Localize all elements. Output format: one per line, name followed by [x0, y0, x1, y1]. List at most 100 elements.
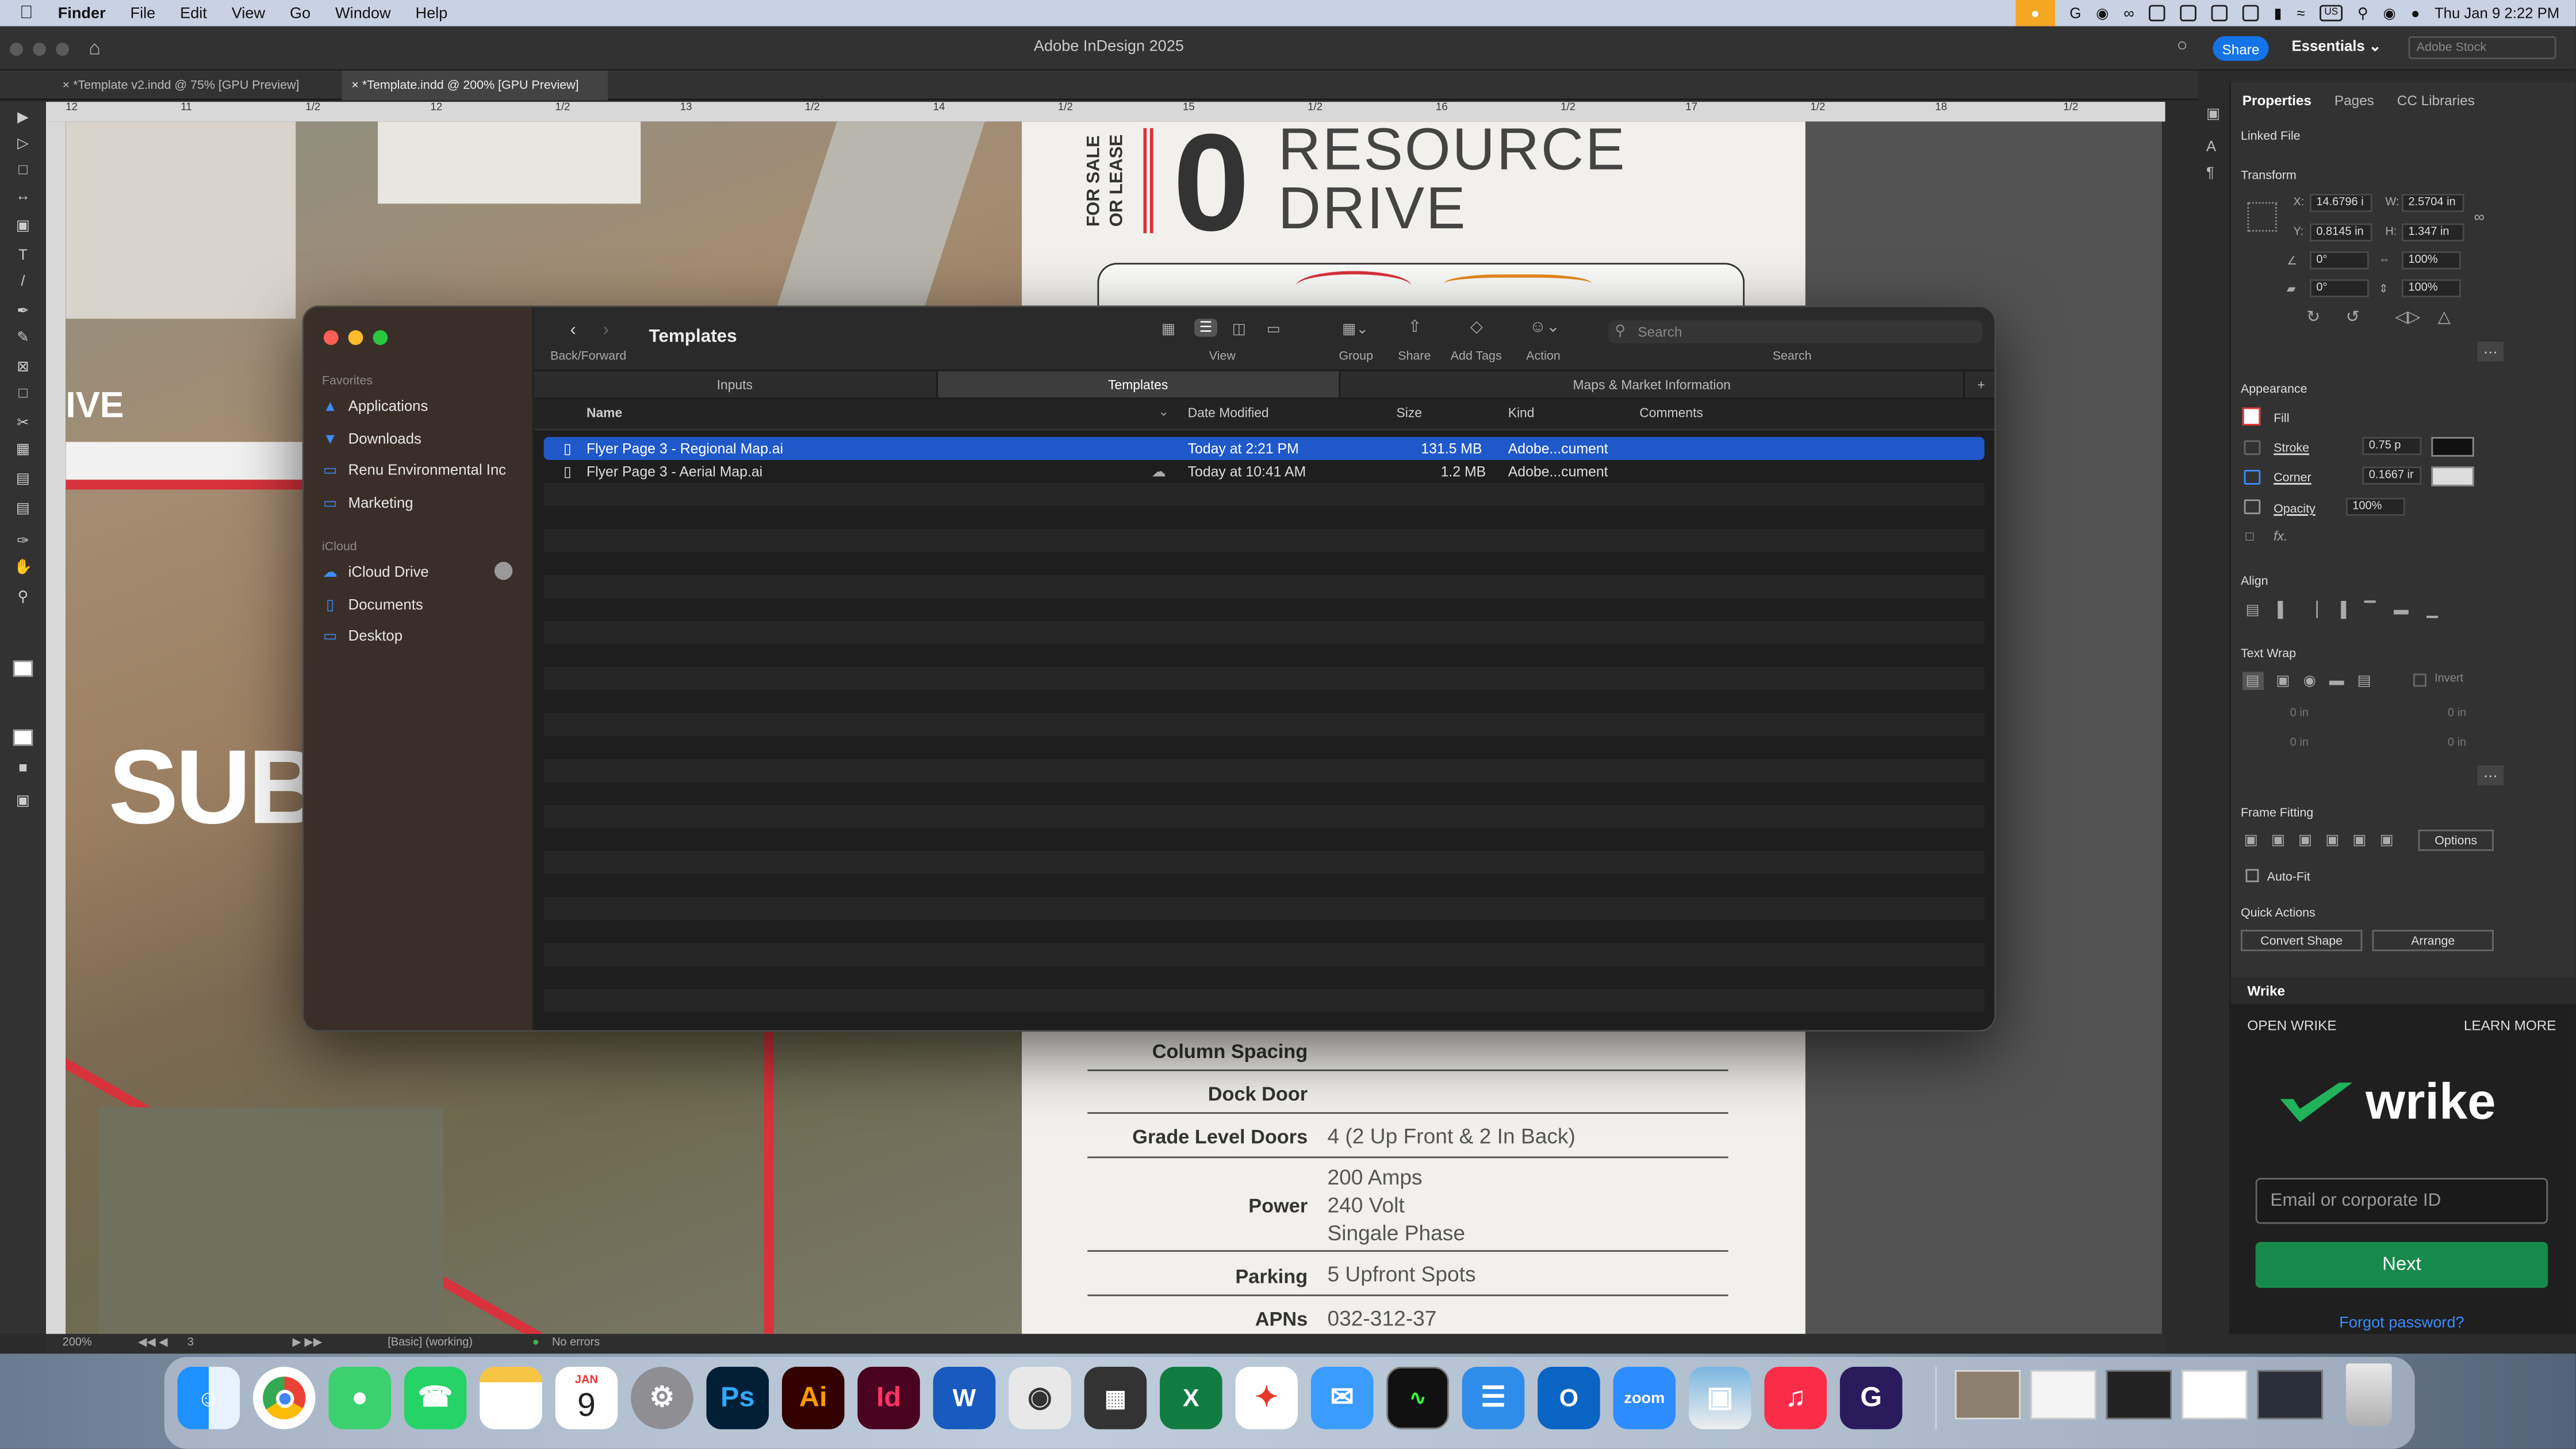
whatsapp-dock-icon[interactable]: ☎: [404, 1367, 467, 1429]
fx-button[interactable]: fx.: [2274, 529, 2287, 544]
screenshot-menu-icon[interactable]: [2149, 5, 2165, 22]
screen-mode-icon[interactable]: ▣: [13, 792, 33, 808]
column-size[interactable]: Size: [1396, 406, 1421, 421]
zoom-level[interactable]: 200%: [63, 1334, 92, 1354]
rotate-field[interactable]: 0°: [2309, 251, 2369, 270]
close-icon[interactable]: ×: [63, 77, 70, 92]
activity-monitor-dock-icon[interactable]: ∿: [1386, 1367, 1449, 1429]
pen-tool-icon[interactable]: ✒: [13, 302, 33, 319]
opacity-link[interactable]: Opacity: [2274, 501, 2316, 516]
rotate-ccw-icon[interactable]: ↺: [2346, 309, 2360, 327]
menu-view[interactable]: View: [232, 4, 265, 22]
messages-dock-icon[interactable]: ●: [328, 1367, 391, 1429]
minimize-window-button[interactable]: [348, 330, 363, 345]
content-aware-fit-icon[interactable]: ▣: [2298, 831, 2312, 849]
content-collector-icon[interactable]: ▣: [13, 217, 33, 233]
doc-tab-template[interactable]: × *Template.indd @ 200% [GPU Preview]: [342, 70, 608, 101]
tab-properties[interactable]: Properties: [2231, 82, 2323, 115]
grammarly-menu-icon[interactable]: G: [2069, 5, 2081, 22]
notes-dock-icon[interactable]: [480, 1367, 542, 1429]
flip-vertical-icon[interactable]: △: [2438, 309, 2451, 327]
file-row[interactable]: ▯ Flyer Page 3 - Regional Map.ai Today a…: [543, 436, 1985, 460]
doc-tab-template-v2[interactable]: × *Template v2.indd @ 75% [GPU Preview]: [52, 71, 335, 100]
action-icon[interactable]: ☺⌄: [1529, 319, 1560, 336]
no-wrap-icon[interactable]: ▤: [2242, 672, 2263, 690]
scale-y-field[interactable]: 100%: [2401, 279, 2461, 298]
eyedropper-tool-icon[interactable]: ✑: [13, 532, 33, 549]
adobe-menu-icon[interactable]: [2180, 5, 2197, 22]
vertical-ruler[interactable]: [45, 121, 66, 1334]
effects-icon[interactable]: □: [2246, 529, 2254, 544]
corner-shape-swatch[interactable]: [2431, 466, 2474, 486]
minimized-window-thumbnail[interactable]: [1954, 1370, 2021, 1420]
spotlight-icon[interactable]: ⚲: [2358, 4, 2368, 22]
rectangle-frame-tool-icon[interactable]: ⊠: [13, 358, 33, 375]
center-content-icon[interactable]: ▣: [2380, 831, 2394, 849]
adobe-stock-search[interactable]: Adobe Stock: [2408, 36, 2556, 59]
menu-finder[interactable]: Finder: [58, 4, 106, 22]
outlook-dock-icon[interactable]: O: [1538, 1367, 1600, 1429]
music-dock-icon[interactable]: ♫: [1764, 1367, 1827, 1429]
menu-file[interactable]: File: [131, 4, 156, 22]
minimized-window-thumbnail[interactable]: [2106, 1370, 2172, 1420]
wrap-right-field[interactable]: 0 in: [2448, 738, 2466, 749]
apply-color-icon[interactable]: ■: [13, 759, 33, 776]
word-dock-icon[interactable]: W: [933, 1367, 996, 1429]
preflight-status[interactable]: No errors: [552, 1334, 600, 1354]
fill-swatch-icon[interactable]: [13, 660, 33, 677]
microphone-icon[interactable]: ●: [2015, 0, 2055, 26]
share-icon[interactable]: ⇧: [1408, 319, 1421, 336]
clock[interactable]: Thu Jan 9 2:22 PM: [2435, 5, 2559, 22]
system-settings-dock-icon[interactable]: ⚙: [631, 1367, 693, 1429]
fill-none-swatch[interactable]: [2242, 407, 2261, 425]
links-panel-icon[interactable]: ▣: [2206, 105, 2220, 123]
jump-next-column-icon[interactable]: ▤: [2357, 672, 2371, 690]
acrobat-dock-icon[interactable]: ✦: [1235, 1367, 1298, 1429]
flip-horizontal-icon[interactable]: ◁▷: [2395, 309, 2421, 327]
sidebar-item-applications[interactable]: ▲ Applications: [322, 393, 428, 419]
page-nav-icon[interactable]: ◀◀ ◀: [138, 1334, 168, 1354]
reference-point-icon[interactable]: [2247, 202, 2277, 232]
arrange-button[interactable]: Arrange: [2372, 930, 2494, 952]
menu-go[interactable]: Go: [290, 4, 310, 22]
back-icon[interactable]: ‹: [570, 320, 576, 340]
chrome-dock-icon[interactable]: [252, 1367, 316, 1429]
wrap-top-field[interactable]: 0 in: [2290, 708, 2309, 719]
column-name[interactable]: Name: [586, 406, 622, 421]
menu-help[interactable]: Help: [415, 4, 447, 22]
shear-field[interactable]: 0°: [2309, 279, 2369, 298]
zoom-tool-icon[interactable]: ⚲: [13, 588, 33, 605]
align-center-v-icon[interactable]: ▬: [2394, 601, 2409, 619]
y-field[interactable]: 0.8145 in: [2309, 223, 2372, 241]
x-field[interactable]: 14.6796 i: [2309, 194, 2372, 212]
opacity-field[interactable]: 100%: [2345, 497, 2405, 516]
minimized-window-thumbnail[interactable]: [2030, 1370, 2096, 1420]
fit-content-proportionally-icon[interactable]: ▣: [2271, 831, 2285, 849]
align-to-icon[interactable]: ▤: [2246, 601, 2260, 619]
forgot-password-link[interactable]: Forgot password?: [2231, 1314, 2573, 1332]
wrap-bounding-box-icon[interactable]: ▣: [2276, 672, 2290, 690]
display-icon[interactable]: [2242, 5, 2259, 22]
sidebar-item-downloads[interactable]: ▼ Downloads: [322, 425, 421, 452]
sidebar-item-desktop[interactable]: ▭ Desktop: [322, 623, 402, 649]
align-center-h-icon[interactable]: ▕: [2306, 601, 2318, 619]
photoshop-dock-icon[interactable]: Ps: [706, 1367, 769, 1429]
wrap-bottom-field[interactable]: 0 in: [2290, 738, 2309, 749]
trash-dock-icon[interactable]: [2345, 1363, 2392, 1426]
wifi-icon[interactable]: ≈: [2297, 5, 2305, 22]
close-window-button[interactable]: [323, 330, 339, 345]
minimized-window-thumbnail[interactable]: [2182, 1370, 2248, 1420]
input-source[interactable]: US: [2320, 5, 2343, 22]
battery-icon[interactable]: ▮: [2274, 4, 2282, 22]
apple-icon[interactable]: : [20, 3, 33, 23]
stroke-weight-field[interactable]: 0.75 p: [2362, 436, 2422, 455]
fit-content-to-frame-icon[interactable]: ▣: [2352, 831, 2366, 849]
map-frame[interactable]: [1097, 263, 1745, 306]
learn-more-link[interactable]: LEARN MORE: [2464, 1017, 2556, 1033]
wrap-object-shape-icon[interactable]: ◉: [2303, 672, 2316, 690]
sidebar-item-marketing[interactable]: ▭ Marketing: [322, 489, 413, 516]
wrap-left-field[interactable]: 0 in: [2448, 708, 2466, 719]
stroke-swatch-icon[interactable]: [13, 729, 33, 746]
convert-shape-button[interactable]: Convert Shape: [2240, 930, 2363, 952]
direct-selection-tool-icon[interactable]: ▷: [13, 135, 33, 151]
